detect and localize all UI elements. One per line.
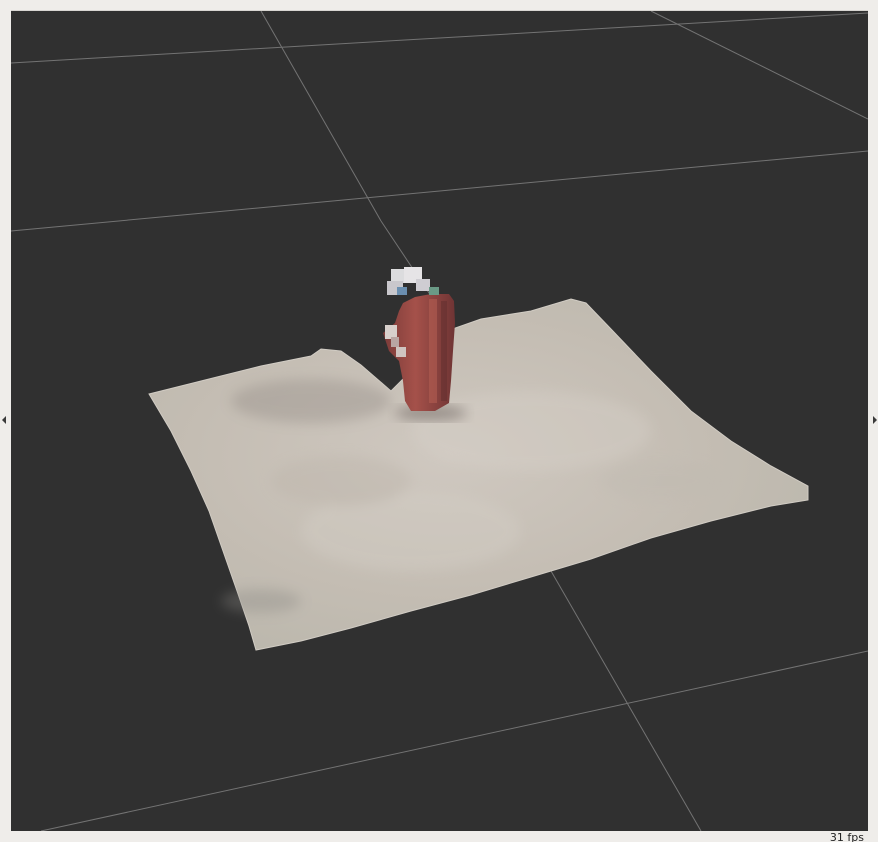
point-cloud-surface xyxy=(148,298,809,651)
triangle-right-icon[interactable] xyxy=(873,416,877,424)
triangle-left-icon[interactable] xyxy=(2,416,6,424)
fps-counter: 31 fps xyxy=(829,831,864,842)
3d-viewport[interactable] xyxy=(11,10,868,831)
point-cloud-render xyxy=(11,11,868,831)
rviz-3d-view-window: 31 fps xyxy=(0,0,878,842)
